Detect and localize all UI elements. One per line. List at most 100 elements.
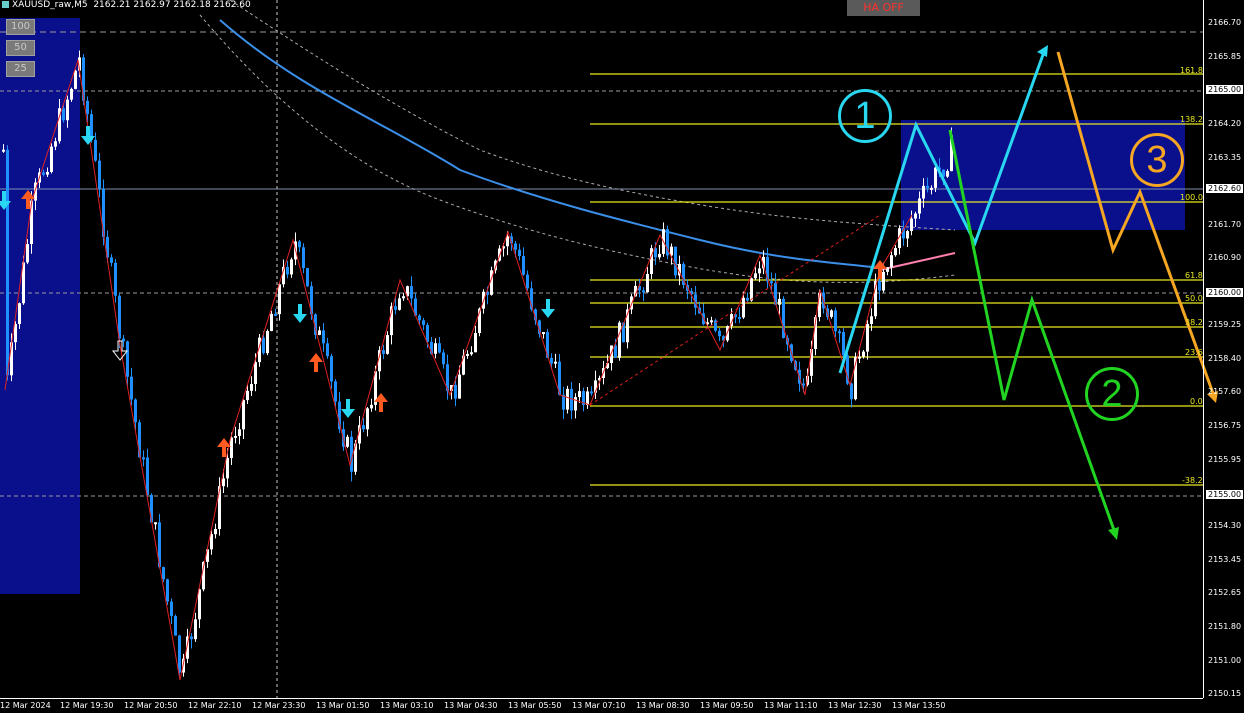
price-label-highlight: 2165.00 — [1206, 85, 1244, 94]
candle-body — [506, 236, 509, 247]
candle-body — [362, 425, 365, 430]
candle-body — [910, 218, 913, 232]
time-label: 12 Mar 23:30 — [252, 701, 306, 710]
candle-body — [850, 383, 853, 400]
candle-body — [306, 268, 309, 287]
candle-body — [526, 274, 529, 289]
candle-body — [466, 353, 469, 356]
candle-body — [62, 108, 65, 121]
time-label: 13 Mar 13:50 — [892, 701, 946, 710]
candle-body — [718, 330, 721, 337]
price-label: 2154.30 — [1208, 521, 1242, 530]
candle-body — [738, 317, 741, 320]
candle-body — [926, 185, 929, 189]
fibo-label: 138.2 — [1180, 115, 1203, 124]
candle-body — [254, 362, 257, 385]
price-label: 2156.75 — [1208, 421, 1242, 430]
zigzag-line — [4, 59, 913, 681]
candle-body — [26, 244, 29, 263]
candle-body — [234, 435, 237, 438]
zoom-50-button[interactable]: 50 — [6, 40, 35, 56]
price-label: 2157.60 — [1208, 387, 1242, 396]
price-label: 2166.70 — [1208, 18, 1242, 27]
candle-body — [222, 478, 225, 487]
fibo-label: 61.8 — [1185, 271, 1203, 280]
candle-body — [746, 297, 749, 301]
candle-body — [326, 343, 329, 357]
ohlc-values: 2162.21 2162.97 2162.18 2162.60 — [93, 0, 251, 10]
candle-body — [618, 322, 621, 358]
signal-arrows — [0, 126, 887, 457]
zigzag-dotted — [589, 214, 881, 406]
time-label: 12 Mar 19:30 — [60, 701, 114, 710]
candle-body — [754, 273, 757, 279]
level-lines — [0, 31, 1203, 497]
price-chart[interactable] — [0, 0, 1244, 713]
price-label: 2153.45 — [1208, 555, 1242, 564]
candle-body — [330, 356, 333, 382]
candle-body — [802, 383, 805, 386]
candle-body — [410, 286, 413, 299]
candle-body — [434, 343, 437, 354]
candle-body — [190, 636, 193, 640]
candle-body — [458, 374, 461, 399]
fibo-label: 0.0 — [1190, 397, 1203, 406]
candle-body — [710, 320, 713, 323]
candle-body — [178, 635, 181, 673]
candle-body — [86, 100, 89, 115]
candle-body — [110, 257, 113, 263]
candle-body — [214, 528, 217, 535]
candle-body — [778, 298, 781, 305]
candle-body — [554, 361, 557, 364]
candle-body — [250, 384, 253, 391]
candle-body — [742, 297, 745, 318]
candle-body — [914, 213, 917, 219]
candle-body — [286, 266, 289, 275]
candle-body — [322, 330, 325, 344]
candle-body — [934, 167, 937, 188]
candle-body — [30, 200, 33, 245]
fibo-label: -38.2 — [1182, 476, 1203, 485]
fibo-label: 100.0 — [1180, 193, 1203, 202]
zoom-100-button[interactable]: 100 — [6, 19, 35, 35]
candle-body — [154, 522, 157, 525]
time-label: 13 Mar 03:10 — [380, 701, 434, 710]
candle-body — [54, 141, 57, 147]
fibo-label: 161.8 — [1180, 66, 1203, 75]
moving-average — [219, 19, 881, 269]
candle-body — [370, 404, 373, 409]
candle-body — [518, 249, 521, 257]
candle-body — [274, 313, 277, 316]
candle-body — [590, 391, 593, 394]
candle-body — [866, 323, 869, 352]
candle-body — [862, 351, 865, 357]
candle-body — [170, 601, 173, 617]
time-label: 13 Mar 01:50 — [316, 701, 370, 710]
price-label-current: 2162.60 — [1206, 184, 1244, 193]
time-label: 12 Mar 20:50 — [124, 701, 178, 710]
candle-body — [890, 255, 893, 268]
ha-toggle-button[interactable]: HA OFF — [847, 0, 920, 16]
candle-body — [266, 331, 269, 354]
candle-body — [658, 253, 661, 258]
candle-body — [858, 356, 861, 359]
time-label: 12 Mar 2024 — [0, 701, 51, 710]
candle-body — [398, 298, 401, 310]
time-axis — [0, 698, 1203, 699]
candle-body — [142, 457, 145, 460]
candle-body — [126, 341, 129, 377]
zoom-25-button[interactable]: 25 — [6, 61, 35, 77]
scenario-3-marker: 3 — [1130, 133, 1184, 187]
candle-body — [946, 171, 949, 177]
price-label-highlight: 2155.00 — [1206, 490, 1244, 499]
candle-body — [842, 332, 845, 356]
price-label: 2164.20 — [1208, 119, 1242, 128]
candle-body — [426, 324, 429, 342]
candle-body — [642, 290, 645, 293]
zoom-buttons: 100 50 25 — [6, 19, 36, 82]
price-label: 2151.80 — [1208, 622, 1242, 631]
candle-body — [226, 457, 229, 479]
price-label: 2161.70 — [1208, 220, 1242, 229]
symbol-icon — [2, 1, 9, 8]
candle-body — [438, 343, 441, 353]
